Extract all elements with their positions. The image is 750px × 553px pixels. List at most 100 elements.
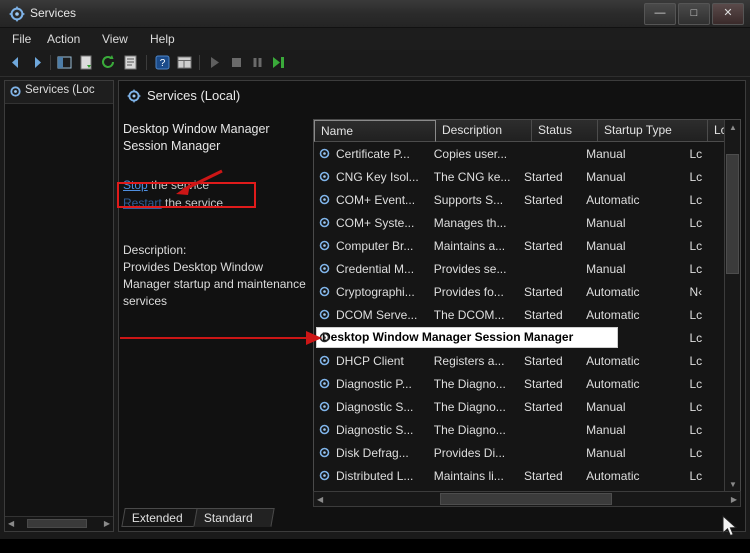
stop-service-button[interactable]: [227, 53, 246, 72]
svg-text:?: ?: [160, 58, 166, 69]
cell-description: Manages th...: [433, 215, 507, 230]
service-gear-icon: [318, 170, 331, 183]
export-list-button[interactable]: [77, 53, 96, 72]
cell-startup-type: Automatic: [586, 353, 640, 368]
menu-view[interactable]: View: [96, 31, 134, 47]
column-header-status[interactable]: Status: [532, 120, 598, 142]
vertical-scroll-thumb[interactable]: [726, 154, 739, 274]
service-gear-icon: [318, 308, 331, 321]
close-button[interactable]: ✕: [712, 3, 744, 25]
help-button[interactable]: ?: [153, 53, 172, 72]
cell-name: Diagnostic S...: [336, 399, 414, 414]
scroll-right-arrow[interactable]: ▶: [731, 495, 737, 505]
cell-startup-type: Manual: [586, 399, 626, 414]
table-row[interactable]: Computer Br... Maintains a... Started Ma…: [314, 234, 740, 257]
cell-description: Copies user...: [433, 146, 508, 161]
table-row[interactable]: Distributed L... Maintains li... Started…: [314, 464, 740, 487]
maximize-button[interactable]: □: [678, 3, 710, 25]
table-row[interactable]: Cryptographi... Provides fo... Started A…: [314, 280, 740, 303]
service-gear-icon: [318, 446, 331, 459]
cell-startup-type: Automatic: [586, 192, 640, 207]
table-row[interactable]: Credential M... Provides se... Manual Lc: [314, 257, 740, 280]
table-row[interactable]: Diagnostic S... The Diagno... Manual Lc: [314, 418, 740, 441]
tab-extended[interactable]: Extended: [121, 508, 201, 527]
list-view-button[interactable]: [175, 53, 194, 72]
tab-standard[interactable]: Standard: [193, 508, 275, 527]
cell-description: Provides Di...: [433, 445, 506, 460]
cell-description: Registers a...: [433, 353, 505, 368]
services-list[interactable]: Name Description Status Startup Type Lc …: [313, 119, 741, 494]
table-row[interactable]: CNG Key Isol... The CNG ke... Started Ma…: [314, 165, 740, 188]
menu-file[interactable]: File: [6, 31, 37, 47]
table-row-selected[interactable]: Desktop Window Manager Session Manager D…: [314, 326, 740, 349]
column-header-description[interactable]: Description: [436, 120, 532, 142]
pane-title: Services (Local): [147, 88, 241, 103]
cell-description: The Diagno...: [433, 422, 506, 437]
tree-node-services-local[interactable]: Services (Loc: [25, 84, 95, 96]
table-row[interactable]: Certificate P... Copies user... Manual L…: [314, 142, 740, 165]
cell-status: Started: [524, 238, 563, 253]
show-hide-tree-button[interactable]: [55, 53, 74, 72]
table-row[interactable]: DHCP Client Registers a... Started Autom…: [314, 349, 740, 372]
service-gear-icon: [318, 147, 331, 160]
bottom-strip: [0, 539, 750, 553]
service-gear-icon: [318, 285, 331, 298]
tree-scroll-thumb[interactable]: [27, 519, 87, 528]
cell-name: Disk Defrag...: [336, 445, 409, 460]
services-details-pane: Services (Local) Desktop Window Manager …: [118, 80, 746, 532]
column-header-name[interactable]: Name: [314, 120, 436, 142]
start-service-button[interactable]: [205, 53, 224, 72]
cell-status: Started: [524, 468, 563, 483]
scroll-down-arrow[interactable]: ▼: [729, 480, 737, 490]
list-horizontal-scrollbar[interactable]: ◀ ▶: [313, 491, 741, 507]
properties-button[interactable]: [121, 53, 140, 72]
cell-name: Credential M...: [336, 261, 415, 276]
tree-scroll-right-arrow[interactable]: ▶: [104, 519, 110, 529]
cell-name: Computer Br...: [336, 238, 414, 253]
cell-name: Diagnostic S...: [336, 422, 414, 437]
list-header-row: Name Description Status Startup Type Lc: [314, 120, 740, 142]
table-row[interactable]: COM+ Syste... Manages th... Manual Lc: [314, 211, 740, 234]
column-header-startup-type[interactable]: Startup Type: [598, 120, 708, 142]
description-label: Description:: [123, 243, 187, 257]
cell-status: Started: [524, 353, 563, 368]
cell-startup-type: Automatic: [586, 307, 640, 322]
menu-action[interactable]: Action: [41, 31, 86, 47]
refresh-button[interactable]: [99, 53, 118, 72]
mouse-cursor: [722, 515, 738, 537]
cell-name: Cryptographi...: [336, 284, 415, 299]
service-gear-icon: [318, 423, 331, 436]
table-row[interactable]: Diagnostic S... The Diagno... Started Ma…: [314, 395, 740, 418]
tree-scroll-left-arrow[interactable]: ◀: [8, 519, 14, 529]
scroll-up-arrow[interactable]: ▲: [729, 123, 737, 133]
cell-description: Provides fo...: [433, 284, 504, 299]
service-gear-icon: [318, 377, 331, 390]
cell-description: Maintains a...: [433, 238, 506, 253]
back-button[interactable]: [6, 53, 25, 72]
cell-startup-type: Manual: [586, 238, 626, 253]
list-rows: Certificate P... Copies user... Manual L…: [314, 142, 740, 487]
forward-button[interactable]: [28, 53, 47, 72]
table-row[interactable]: Disk Defrag... Provides Di... Manual Lc: [314, 441, 740, 464]
restart-service-button[interactable]: [269, 53, 288, 72]
menu-bar: File Action View Help: [0, 28, 750, 51]
cell-description: Maintains li...: [433, 468, 504, 483]
tree-horizontal-scrollbar[interactable]: ◀ ▶: [5, 516, 113, 531]
list-vertical-scrollbar[interactable]: ▲ ▼: [724, 120, 740, 493]
menu-help[interactable]: Help: [144, 31, 181, 47]
service-gear-icon: [318, 331, 331, 344]
cell-name: CNG Key Isol...: [336, 169, 419, 184]
service-gear-icon: [318, 262, 331, 275]
service-gear-icon: [318, 239, 331, 252]
minimize-button[interactable]: —: [644, 3, 676, 25]
cell-startup-type: Manual: [586, 445, 626, 460]
service-description-block: Description: Provides Desktop Window Man…: [123, 242, 313, 310]
table-row[interactable]: DCOM Serve... The DCOM... Started Automa…: [314, 303, 740, 326]
horizontal-scroll-thumb[interactable]: [440, 493, 612, 505]
table-row[interactable]: COM+ Event... Supports S... Started Auto…: [314, 188, 740, 211]
pause-service-button[interactable]: [248, 53, 267, 72]
console-tree-pane: Services (Loc ◀ ▶: [4, 80, 114, 532]
scroll-left-arrow[interactable]: ◀: [317, 495, 323, 505]
table-row[interactable]: Diagnostic P... The Diagno... Started Au…: [314, 372, 740, 395]
services-window: Services — □ ✕ File Action View Help ? S…: [0, 0, 750, 553]
